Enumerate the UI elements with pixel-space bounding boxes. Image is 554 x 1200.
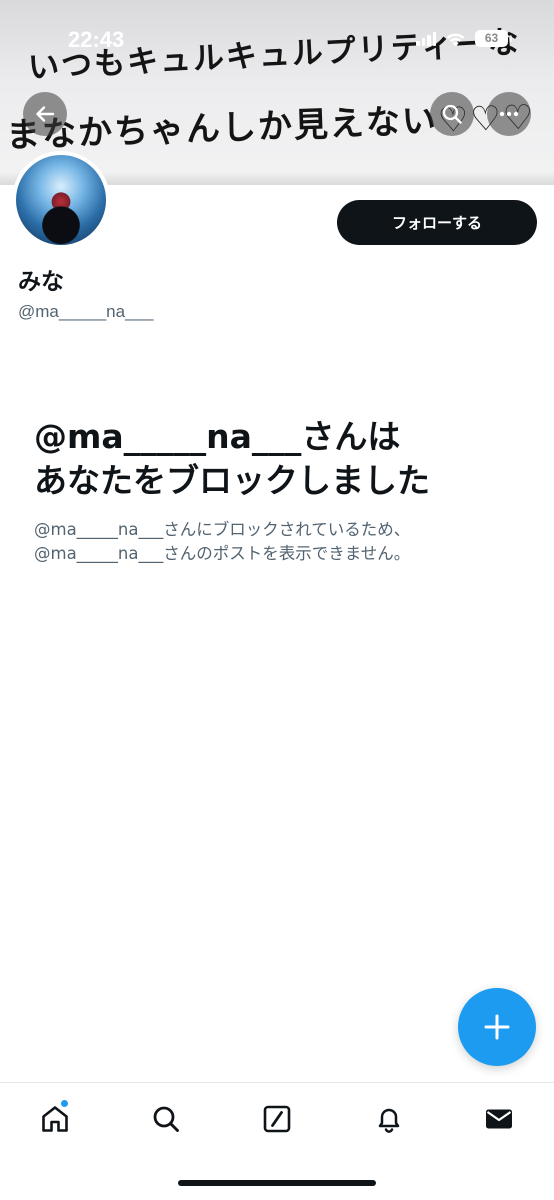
blocked-desc-line-1: @ma_____na___さんにブロックされているため、 bbox=[34, 520, 411, 539]
mail-icon bbox=[486, 1109, 512, 1129]
home-notification-dot bbox=[60, 1099, 69, 1108]
tab-search[interactable] bbox=[146, 1099, 186, 1139]
display-name: みな bbox=[18, 269, 64, 295]
search-button[interactable] bbox=[430, 92, 474, 136]
follow-button[interactable]: フォローする bbox=[337, 200, 537, 245]
back-arrow-icon bbox=[36, 106, 55, 122]
more-icon bbox=[499, 111, 519, 117]
grok-icon bbox=[263, 1105, 291, 1133]
plus-icon bbox=[484, 1014, 510, 1040]
blocked-title: @ma_____na___さんは あなたをブロックしました bbox=[34, 415, 534, 503]
tab-messages[interactable] bbox=[479, 1099, 519, 1139]
avatar[interactable] bbox=[12, 151, 110, 249]
more-button[interactable] bbox=[487, 92, 531, 136]
search-icon bbox=[442, 104, 462, 124]
tab-grok[interactable] bbox=[257, 1099, 297, 1139]
tab-notifications[interactable] bbox=[369, 1099, 409, 1139]
status-icons: 63 bbox=[416, 30, 512, 47]
compose-button[interactable] bbox=[458, 988, 536, 1066]
signal-icon bbox=[416, 31, 436, 46]
battery-icon: 63 bbox=[475, 30, 512, 47]
blocked-desc-line-2: @ma_____na___さんのポストを表示できません。 bbox=[34, 544, 411, 563]
home-indicator bbox=[178, 1180, 376, 1186]
blocked-title-line-1: @ma_____na___さんは bbox=[34, 417, 401, 456]
blocked-title-line-2: あなたをブロックしました bbox=[34, 461, 430, 500]
back-button[interactable] bbox=[23, 92, 67, 136]
blocked-description: @ma_____na___さんにブロックされているため、 @ma_____na_… bbox=[34, 518, 534, 566]
bell-icon bbox=[378, 1108, 400, 1133]
home-icon bbox=[42, 1106, 68, 1132]
status-bar: 22:43 63 bbox=[0, 0, 554, 60]
wifi-icon bbox=[446, 32, 465, 46]
status-time: 22:43 bbox=[68, 27, 125, 52]
tab-home[interactable] bbox=[35, 1099, 75, 1139]
search-icon bbox=[153, 1106, 179, 1132]
handle: @ma_____na___ bbox=[18, 302, 154, 321]
